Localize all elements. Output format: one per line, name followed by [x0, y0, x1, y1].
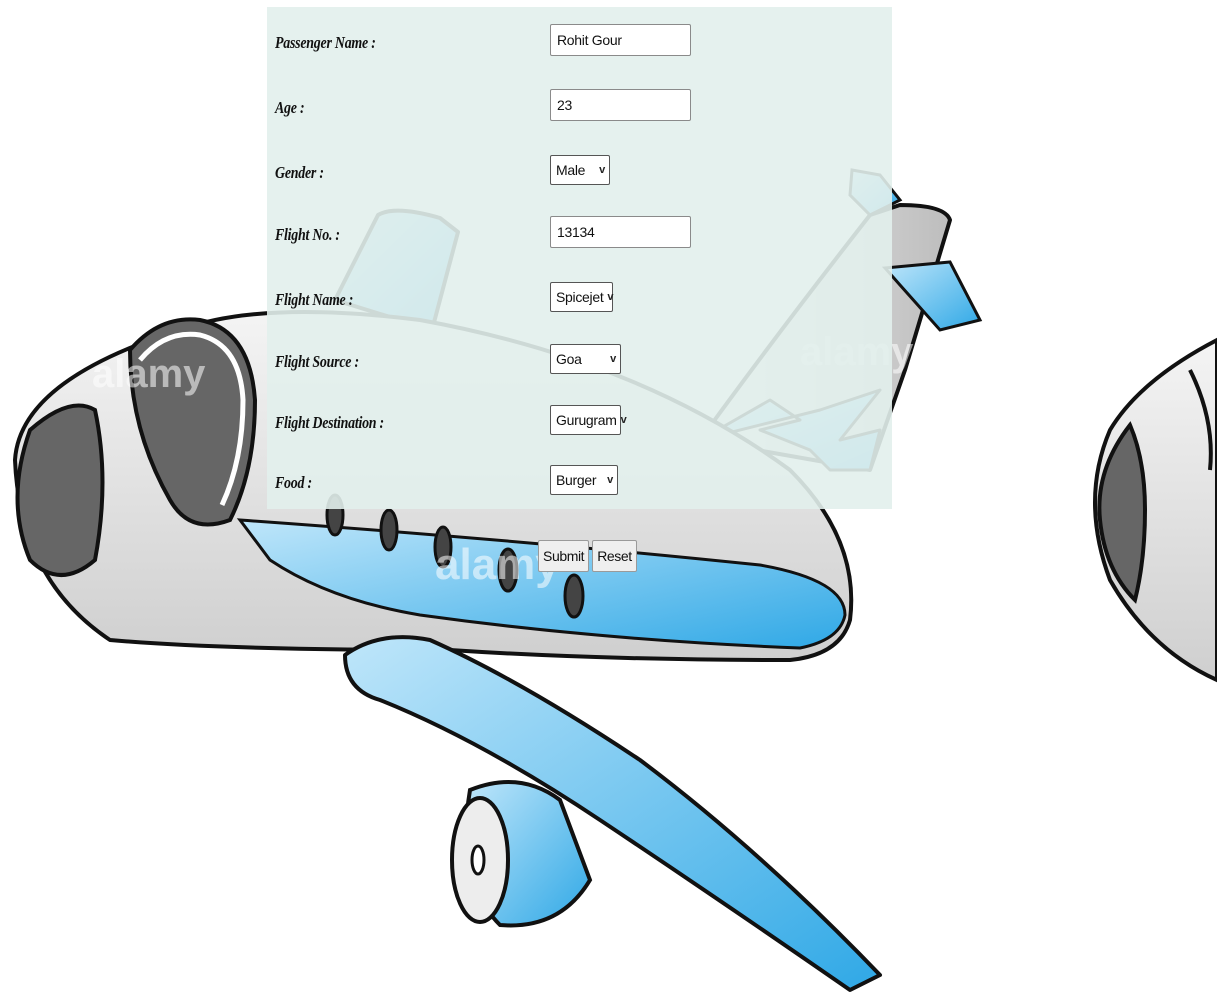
- age-input[interactable]: 23: [550, 89, 691, 121]
- gender-label: Gender :: [275, 163, 324, 182]
- form-row-flight-name: Flight Name : Spicejet v: [267, 280, 892, 320]
- chevron-down-icon: v: [620, 414, 627, 426]
- reset-button[interactable]: Reset: [592, 540, 637, 572]
- food-select[interactable]: Burger v: [550, 465, 618, 495]
- watermark-text: alamy: [92, 352, 206, 396]
- gender-select[interactable]: Male v: [550, 155, 610, 185]
- flight-no-label: Flight No. :: [275, 225, 340, 244]
- passenger-name-input[interactable]: Rohit Gour: [550, 24, 691, 56]
- flight-source-select[interactable]: Goa v: [550, 344, 621, 374]
- flight-name-label: Flight Name :: [275, 290, 354, 309]
- form-row-age: Age : 23: [267, 88, 892, 128]
- food-select-value: Burger: [556, 472, 597, 488]
- flight-name-select[interactable]: Spicejet v: [550, 282, 614, 312]
- form-row-food: Food : Burger v: [267, 463, 892, 503]
- flight-destination-label: Flight Destination :: [275, 413, 384, 432]
- form-actions: Submit Reset: [538, 540, 637, 572]
- form-row-flight-no: Flight No. : 13134: [267, 215, 892, 255]
- passenger-name-label: Passenger Name :: [275, 33, 376, 52]
- flight-destination-select-value: Gurugram: [556, 412, 617, 428]
- form-row-passenger-name: Passenger Name : Rohit Gour: [267, 23, 892, 63]
- chevron-down-icon: v: [607, 474, 613, 486]
- form-row-flight-source: Flight Source : Goa v: [267, 342, 892, 382]
- chevron-down-icon: v: [607, 291, 614, 303]
- flight-source-select-value: Goa: [556, 351, 582, 367]
- submit-button[interactable]: Submit: [538, 540, 590, 572]
- flight-name-select-value: Spicejet: [556, 289, 604, 305]
- chevron-down-icon: v: [610, 353, 616, 365]
- chevron-down-icon: v: [599, 164, 605, 176]
- form-row-gender: Gender : Male v: [267, 153, 892, 193]
- flight-source-label: Flight Source :: [275, 352, 359, 371]
- age-label: Age :: [275, 98, 305, 117]
- flight-destination-select[interactable]: Gurugram v: [550, 405, 627, 435]
- booking-form: Passenger Name : Rohit Gour Age : 23 Gen…: [267, 7, 892, 509]
- gender-select-value: Male: [556, 162, 586, 178]
- flight-no-input[interactable]: 13134: [550, 216, 691, 248]
- food-label: Food :: [275, 473, 312, 492]
- form-row-flight-destination: Flight Destination : Gurugram v: [267, 403, 892, 443]
